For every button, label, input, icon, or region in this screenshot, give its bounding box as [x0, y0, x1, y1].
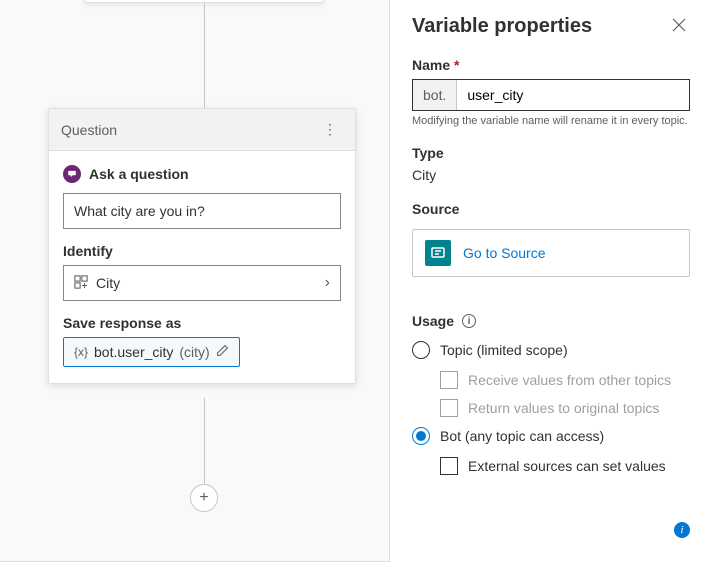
- panel-title: Variable properties: [412, 15, 592, 38]
- name-help-text: Modifying the variable name will rename …: [412, 115, 690, 127]
- name-label: Name *: [412, 57, 690, 73]
- name-input-row: bot.: [412, 79, 690, 111]
- checkbox-icon: [440, 399, 458, 417]
- ask-a-question-label: Ask a question: [89, 166, 189, 182]
- type-label: Type: [412, 145, 690, 161]
- card-more-button[interactable]: ⋮: [317, 117, 343, 142]
- plus-icon: +: [199, 489, 208, 507]
- ask-a-question-row: Ask a question: [63, 165, 341, 183]
- usage-label: Usage: [412, 313, 454, 329]
- checkbox-icon: [440, 457, 458, 475]
- close-icon: [672, 18, 686, 32]
- checkbox-icon: [440, 371, 458, 389]
- variable-chip[interactable]: {x} bot.user_city (city): [63, 337, 240, 367]
- card-body: Ask a question Identify City › Save resp…: [49, 151, 355, 383]
- source-label: Source: [412, 201, 690, 217]
- usage-header: Usage i: [412, 313, 690, 329]
- scope-bot-radio[interactable]: Bot (any topic can access): [412, 427, 690, 445]
- connector-line: [204, 3, 205, 108]
- identify-value: City: [96, 275, 120, 291]
- go-to-source-button[interactable]: Go to Source: [412, 229, 690, 277]
- variable-type-paren: (city): [179, 344, 209, 360]
- identify-select[interactable]: City ›: [63, 265, 341, 301]
- required-asterisk: *: [454, 57, 459, 73]
- scope-topic-label: Topic (limited scope): [440, 342, 568, 358]
- topic-icon: [425, 240, 451, 266]
- panel-header: Variable properties: [412, 14, 690, 39]
- name-input[interactable]: [457, 80, 689, 110]
- receive-values-checkbox: Receive values from other topics: [440, 371, 690, 389]
- connector-line: [204, 398, 205, 498]
- authoring-canvas: Question ⋮ Ask a question Identify City …: [0, 0, 390, 562]
- edit-icon: [216, 344, 229, 360]
- close-button[interactable]: [668, 14, 690, 39]
- radio-checked-icon: [412, 427, 430, 445]
- radio-unchecked-icon: [412, 341, 430, 359]
- external-sources-label: External sources can set values: [468, 458, 666, 474]
- variable-properties-panel: Variable properties Name * bot. Modifyin…: [390, 0, 708, 562]
- info-badge-button[interactable]: i: [674, 522, 690, 538]
- card-header: Question ⋮: [49, 109, 355, 151]
- external-sources-checkbox[interactable]: External sources can set values: [440, 457, 690, 475]
- question-icon: [63, 165, 81, 183]
- type-value: City: [412, 167, 690, 183]
- identify-label: Identify: [63, 243, 341, 259]
- name-prefix: bot.: [413, 80, 457, 110]
- add-node-button[interactable]: +: [190, 484, 218, 512]
- go-to-source-text: Go to Source: [463, 245, 546, 261]
- receive-values-label: Receive values from other topics: [468, 372, 671, 388]
- chevron-right-icon: ›: [325, 274, 330, 292]
- variable-brace-icon: {x}: [74, 345, 88, 359]
- save-response-label: Save response as: [63, 315, 341, 331]
- question-node-card[interactable]: Question ⋮ Ask a question Identify City …: [48, 108, 356, 384]
- card-title: Question: [61, 122, 117, 138]
- scope-bot-label: Bot (any topic can access): [440, 428, 604, 444]
- question-text-input[interactable]: [63, 193, 341, 229]
- entity-icon: [74, 275, 88, 292]
- return-values-label: Return values to original topics: [468, 400, 659, 416]
- return-values-checkbox: Return values to original topics: [440, 399, 690, 417]
- info-icon[interactable]: i: [462, 314, 476, 328]
- scope-topic-radio[interactable]: Topic (limited scope): [412, 341, 690, 359]
- variable-name: bot.user_city: [94, 344, 173, 360]
